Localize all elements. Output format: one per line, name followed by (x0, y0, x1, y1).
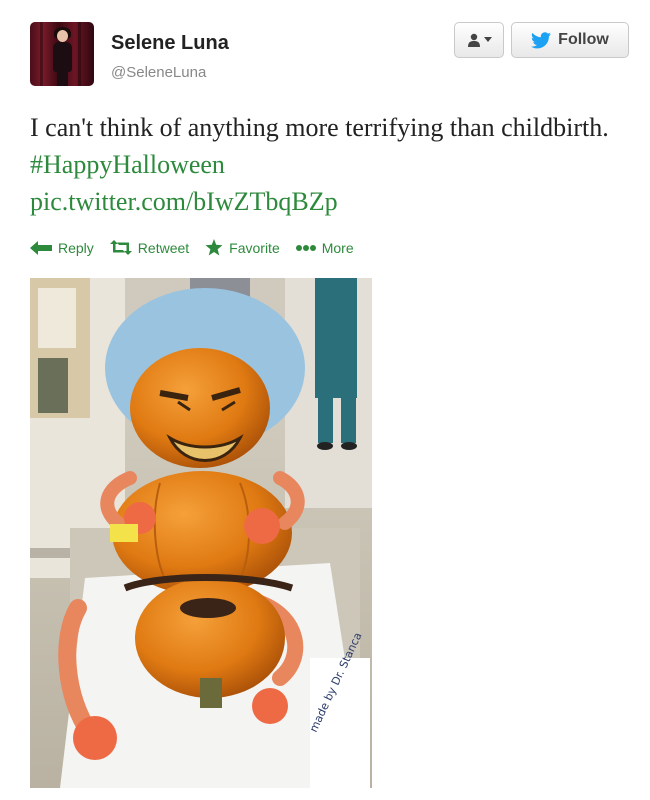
tweet-actions: Reply Retweet Favorite More (30, 239, 370, 256)
twitter-bird-icon (531, 31, 552, 48)
display-name[interactable]: Selene Luna (111, 32, 229, 55)
user-actions-button[interactable] (454, 22, 504, 58)
tweet-header: Selene Luna @SeleneLuna Follow (30, 22, 630, 92)
tweet-body: I can't think of anything more terrifyin… (30, 113, 609, 142)
caret-down-icon (483, 37, 492, 42)
retweet-button[interactable]: Retweet (109, 239, 190, 256)
retweet-icon (109, 240, 132, 255)
avatar[interactable] (30, 22, 94, 86)
pic-link[interactable]: pic.twitter.com/bIwZTbqBZp (30, 187, 338, 216)
reply-button[interactable]: Reply (30, 240, 94, 256)
more-dots-icon (295, 244, 316, 251)
hashtag-link[interactable]: #HappyHalloween (30, 150, 225, 179)
favorite-label: Favorite (229, 239, 280, 256)
tweet-photo[interactable]: made by Dr. Stanca (30, 278, 372, 788)
follow-button[interactable]: Follow (511, 22, 629, 58)
favorite-button[interactable]: Favorite (205, 239, 280, 256)
more-label: More (321, 239, 354, 256)
more-button[interactable]: More (295, 239, 354, 256)
reply-label: Reply (58, 239, 94, 256)
follow-label: Follow (558, 31, 609, 48)
reply-arrow-icon (30, 240, 52, 255)
pumpkin-baby-photo: made by Dr. Stanca (30, 278, 372, 788)
user-icon (467, 33, 480, 47)
retweet-label: Retweet (137, 239, 190, 256)
username[interactable]: @SeleneLuna (111, 64, 206, 81)
tweet-text: I can't think of anything more terrifyin… (30, 109, 635, 220)
star-icon (205, 239, 223, 256)
